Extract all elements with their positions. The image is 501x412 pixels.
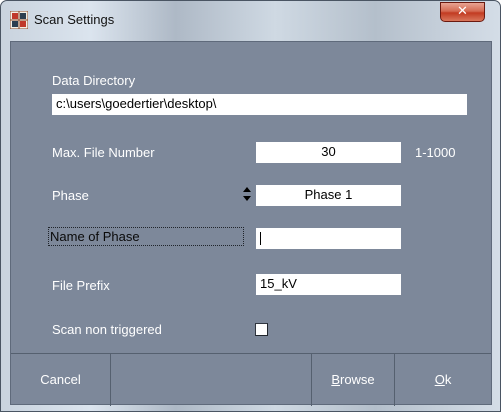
cancel-label: Cancel (40, 372, 81, 387)
max-file-number-label: Max. File Number (52, 145, 155, 160)
scan-non-triggered-label: Scan non triggered (52, 322, 162, 337)
title-bar[interactable]: Scan Settings ✕ (1, 1, 500, 41)
close-icon: ✕ (457, 4, 468, 19)
file-prefix-input[interactable]: 15_kV (256, 274, 401, 295)
max-file-number-range: 1-1000 (415, 145, 456, 160)
button-bar: Cancel Browse Ok (11, 353, 491, 406)
updown-spinner-icon[interactable] (243, 187, 251, 201)
browse-button[interactable]: Browse (312, 354, 395, 406)
data-directory-label: Data Directory (52, 73, 136, 88)
empty-button-slot (111, 354, 312, 406)
name-of-phase-label: Name of Phase (48, 227, 244, 246)
app-grid-icon (10, 11, 28, 29)
cancel-button[interactable]: Cancel (11, 354, 111, 406)
scan-non-triggered-checkbox[interactable] (255, 323, 268, 336)
window-title: Scan Settings (34, 12, 115, 27)
data-directory-value: c:\users\goedertier\desktop\ (56, 96, 217, 111)
text-caret (260, 232, 261, 245)
phase-value: Phase 1 (304, 187, 353, 202)
max-file-number-value: 30 (321, 144, 336, 159)
max-file-number-input[interactable]: 30 (256, 142, 401, 163)
scan-settings-window: Scan Settings ✕ Data Directory c:\users\… (0, 0, 501, 412)
browse-label: rowse (339, 372, 375, 387)
name-of-phase-input[interactable] (256, 228, 401, 249)
ok-button[interactable]: Ok (395, 354, 491, 406)
ok-label: k (444, 372, 452, 387)
file-prefix-value: 15_kV (260, 276, 297, 291)
dialog-body: Data Directory c:\users\goedertier\deskt… (10, 41, 492, 406)
phase-label: Phase (52, 188, 89, 203)
close-button[interactable]: ✕ (440, 2, 485, 22)
file-prefix-label: File Prefix (52, 278, 110, 293)
data-directory-input[interactable]: c:\users\goedertier\desktop\ (52, 94, 467, 115)
phase-select[interactable]: Phase 1 (256, 185, 401, 206)
ok-mnemonic: O (434, 372, 445, 387)
browse-mnemonic: B (331, 372, 340, 387)
